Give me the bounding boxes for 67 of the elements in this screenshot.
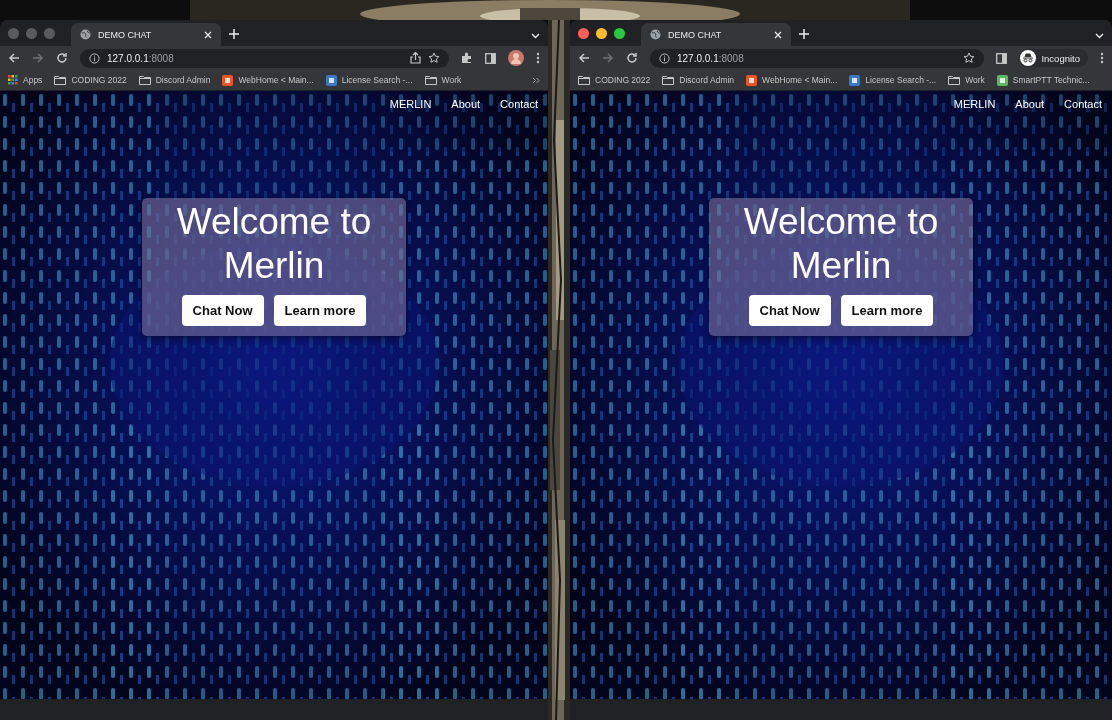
puzzle-icon[interactable] [461, 52, 473, 64]
star-icon[interactable] [963, 52, 976, 64]
welcome-heading: Welcome to Merlin [175, 200, 373, 288]
forward-icon[interactable] [602, 52, 614, 64]
nav-link[interactable]: Contact [1064, 98, 1102, 110]
new-tab-icon[interactable] [229, 29, 239, 39]
apps-grid-icon [8, 75, 18, 85]
hero-button[interactable]: Chat Now [181, 295, 264, 326]
share-icon[interactable] [410, 52, 421, 64]
address-bar[interactable]: 127.0.0.1:8008 [650, 48, 985, 68]
chevron-icon[interactable] [531, 33, 540, 39]
hero-button[interactable]: Learn more [273, 295, 367, 326]
nav-link[interactable]: MERLIN [389, 98, 432, 110]
address-bar[interactable]: 127.0.0.1:8008 [80, 48, 449, 68]
bookmark[interactable]: SmartPTT Technic... [996, 74, 1090, 86]
folder-icon [54, 75, 67, 85]
double-chevron-icon[interactable] [532, 76, 540, 84]
bookmark[interactable]: Work [424, 75, 462, 85]
url-text: 127.0.0.1:8008 [107, 52, 175, 64]
nav-link[interactable]: About [451, 98, 481, 110]
bookmark[interactable]: Discord Admin [138, 75, 211, 85]
info-icon[interactable] [89, 52, 100, 64]
avatar-icon[interactable] [508, 50, 524, 66]
folder-icon [138, 75, 151, 85]
browser-tab[interactable]: DEMO CHAT [641, 23, 791, 46]
globe-icon [650, 29, 661, 40]
close-icon[interactable] [204, 30, 212, 39]
nav-link[interactable]: Contact [500, 98, 538, 110]
folder-icon [948, 75, 961, 85]
hero-button[interactable]: Chat Now [748, 295, 831, 326]
welcome-heading: Welcome to Merlin [742, 200, 940, 288]
reload-icon[interactable] [56, 52, 68, 64]
close-icon[interactable] [774, 30, 782, 39]
folder-icon [578, 75, 590, 85]
forward-icon[interactable] [32, 52, 44, 64]
bookmark[interactable]: WebHome < Main... [746, 74, 838, 86]
incognito-chip[interactable]: Incognito [1019, 49, 1088, 67]
bookmark[interactable]: Work [948, 75, 985, 85]
chevron-icon[interactable] [1095, 33, 1104, 39]
bookmark[interactable]: Apps [8, 75, 43, 85]
new-tab-icon[interactable] [799, 29, 809, 39]
bookmark[interactable]: WebHome < Main... [222, 74, 314, 86]
info-icon[interactable] [659, 52, 670, 64]
back-icon[interactable] [8, 52, 20, 64]
incognito-icon [1020, 50, 1037, 66]
reload-icon[interactable] [626, 52, 638, 64]
side-panel-icon[interactable] [485, 52, 496, 64]
tab-title: DEMO CHAT [98, 29, 153, 40]
hero-button[interactable]: Learn more [840, 295, 934, 326]
tab-title: DEMO CHAT [668, 29, 723, 40]
star-icon[interactable] [428, 52, 440, 64]
bookmark[interactable]: CODING 2022 [54, 75, 127, 85]
bookmark[interactable]: License Search -... [849, 74, 937, 86]
browser-tab[interactable]: DEMO CHAT [71, 23, 221, 46]
bookmark[interactable]: License Search -... [325, 74, 413, 86]
back-icon[interactable] [578, 52, 590, 64]
menu-icon[interactable] [536, 52, 540, 64]
nav-link[interactable]: MERLIN [953, 98, 996, 110]
url-text: 127.0.0.1:8008 [677, 52, 745, 64]
nav-link[interactable]: About [1015, 98, 1045, 110]
menu-icon[interactable] [1100, 52, 1104, 64]
bookmark[interactable]: Discord Admin [662, 75, 735, 85]
folder-icon [662, 75, 675, 85]
globe-icon [80, 29, 91, 40]
folder-icon [424, 75, 437, 85]
side-panel-icon[interactable] [996, 52, 1008, 64]
bookmark[interactable]: CODING 2022 [578, 75, 651, 85]
